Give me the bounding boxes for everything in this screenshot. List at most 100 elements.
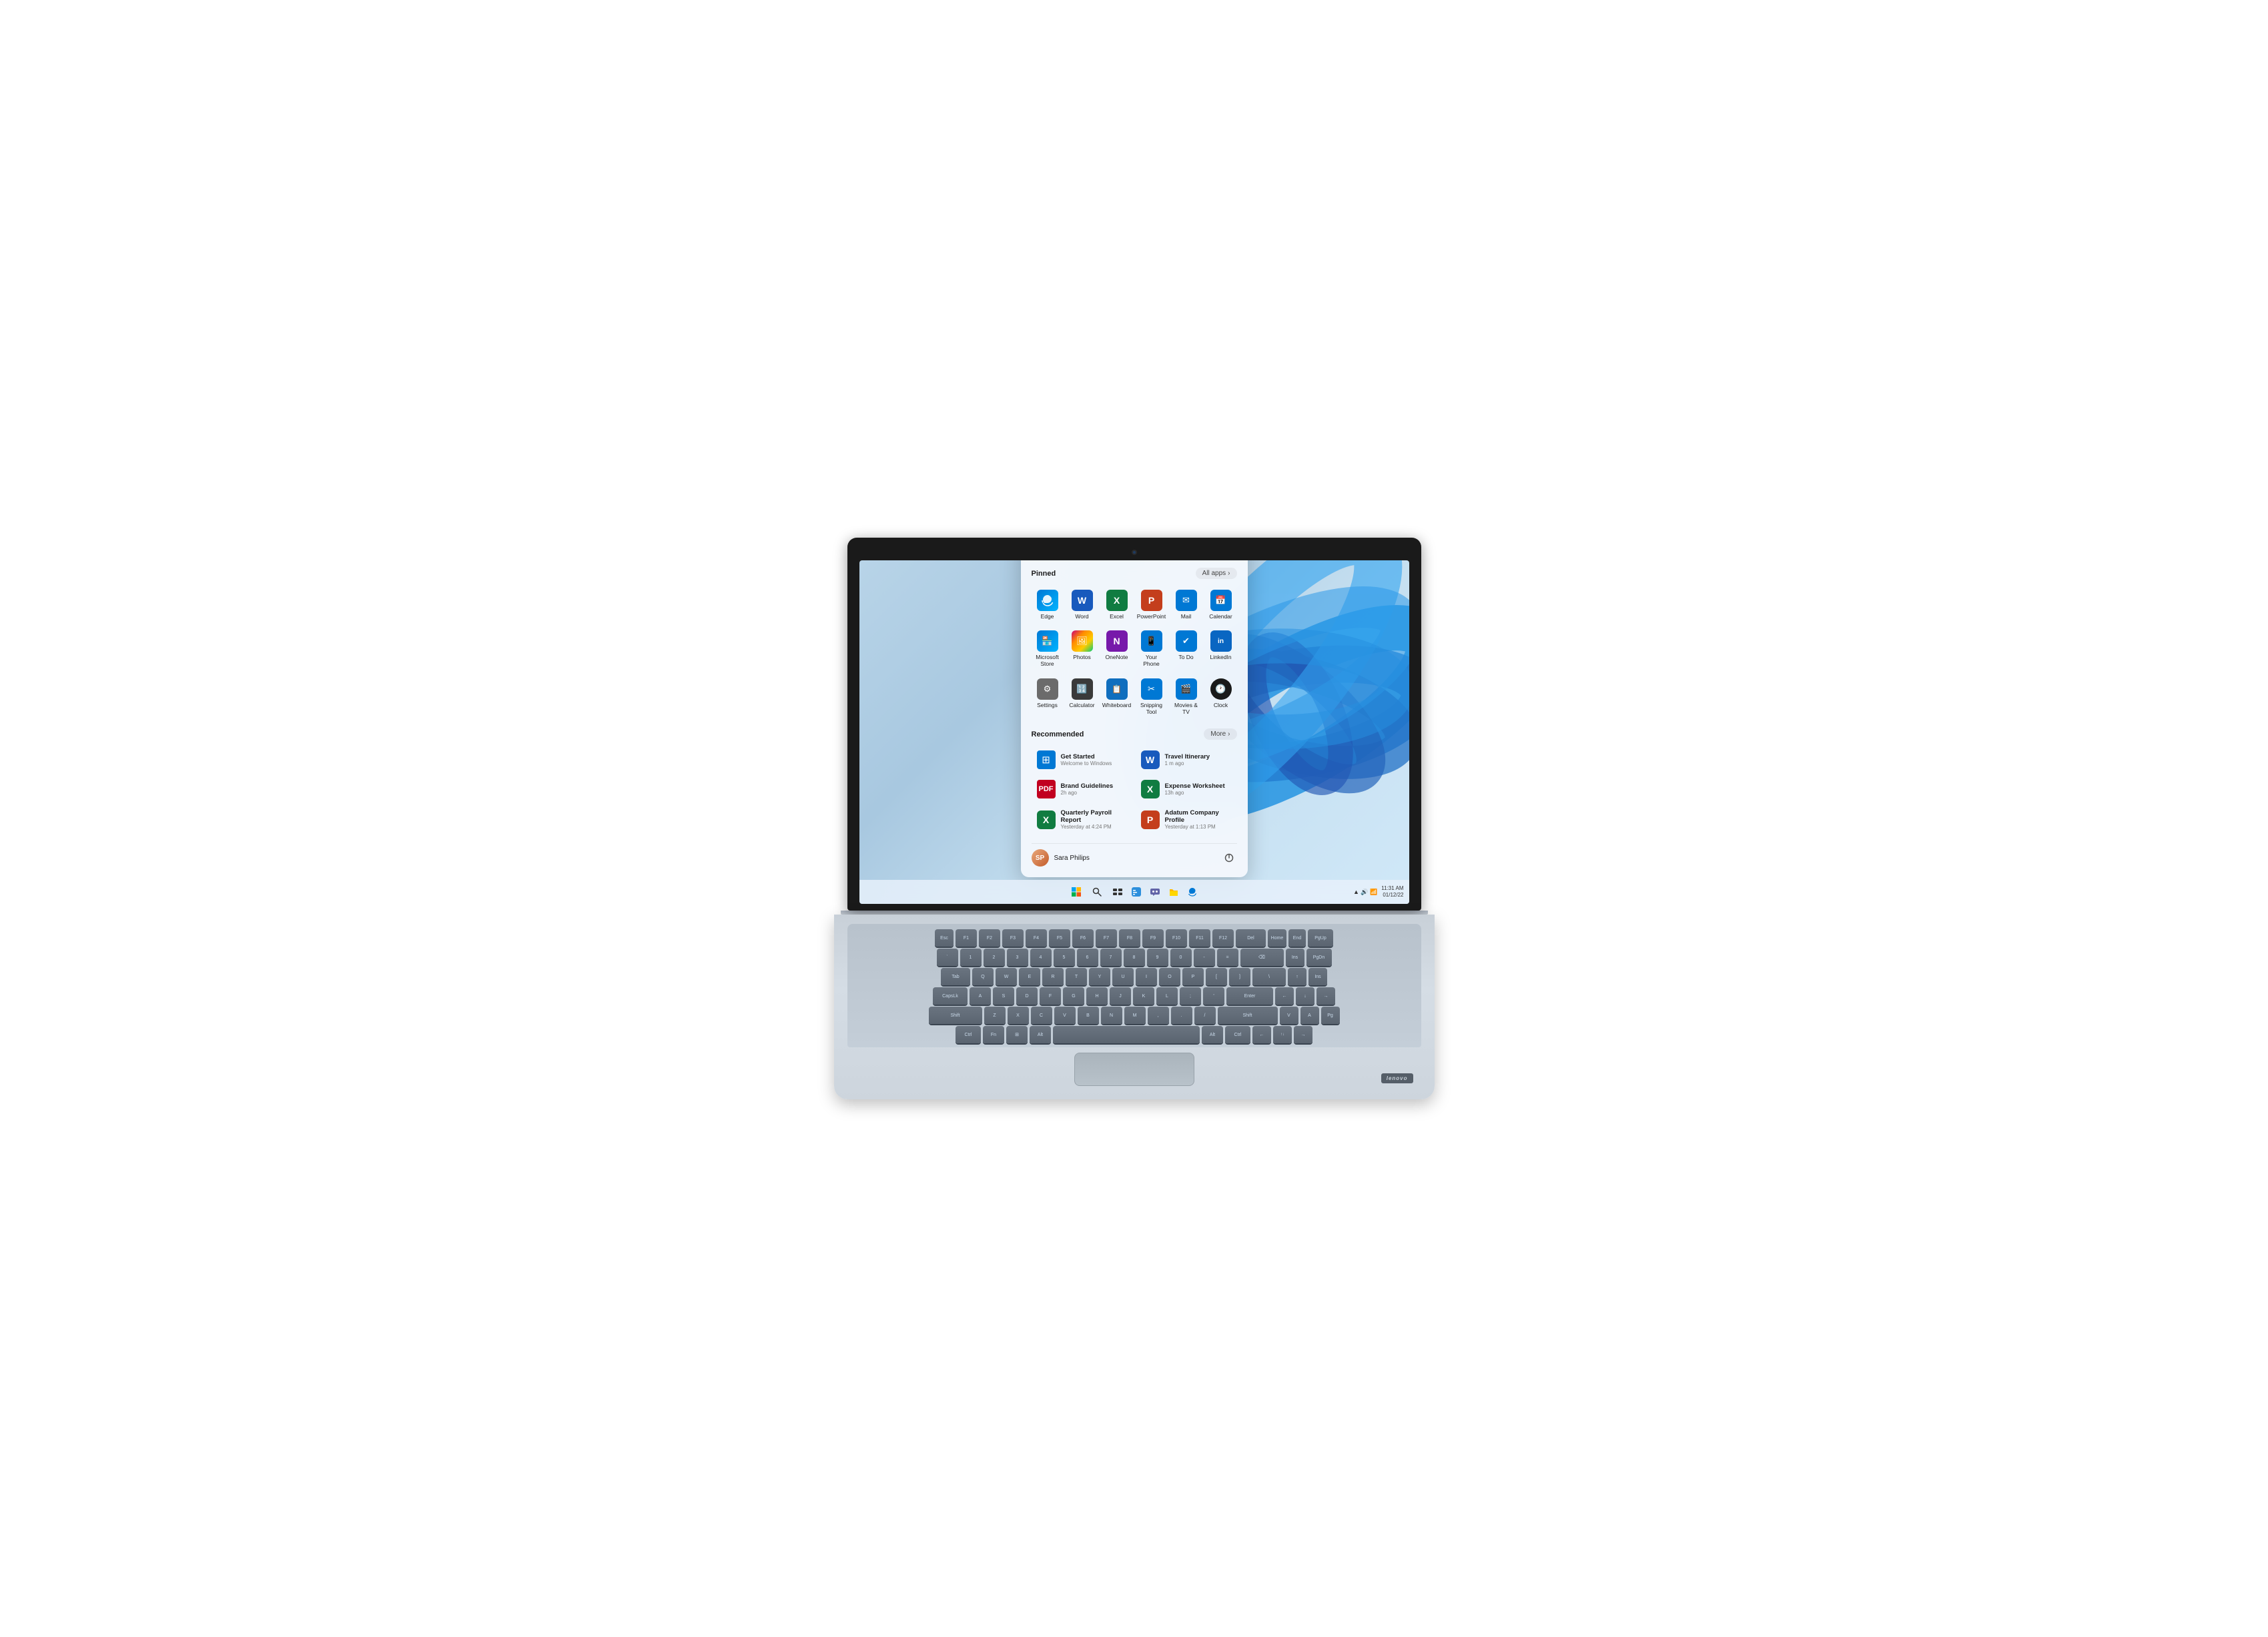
key-u[interactable]: U xyxy=(1112,968,1134,985)
key-q[interactable]: Q xyxy=(972,968,994,985)
key-r[interactable]: R xyxy=(1042,968,1064,985)
key-v[interactable]: V xyxy=(1054,1007,1076,1024)
taskbar-chat[interactable] xyxy=(1148,885,1162,899)
taskbar-datetime[interactable]: 11:31 AM 01/12/22 xyxy=(1381,885,1403,899)
key-2[interactable]: 2 xyxy=(984,949,1005,966)
taskbar-windows-button[interactable] xyxy=(1069,885,1084,899)
key-win[interactable]: ⊞ xyxy=(1006,1026,1028,1043)
key-up[interactable]: ↑ xyxy=(1288,968,1306,985)
key-ctrl-r[interactable]: Ctrl xyxy=(1225,1026,1250,1043)
key-n[interactable]: N xyxy=(1101,1007,1122,1024)
key-g[interactable]: G xyxy=(1063,987,1084,1005)
app-todo[interactable]: ✔ To Do xyxy=(1170,626,1202,671)
key-8[interactable]: 8 xyxy=(1124,949,1145,966)
key-s[interactable]: S xyxy=(993,987,1014,1005)
key-comma[interactable]: , xyxy=(1148,1007,1169,1024)
key-6[interactable]: 6 xyxy=(1077,949,1098,966)
more-button[interactable]: More › xyxy=(1204,728,1236,740)
key-f7[interactable]: F7 xyxy=(1096,929,1117,947)
key-capslock[interactable]: CapsLk xyxy=(933,987,968,1005)
app-clock[interactable]: 🕐 Clock xyxy=(1205,674,1237,719)
app-whiteboard[interactable]: 📋 Whiteboard xyxy=(1101,674,1133,719)
key-m[interactable]: M xyxy=(1124,1007,1146,1024)
key-0[interactable]: 0 xyxy=(1170,949,1192,966)
key-lshift[interactable]: Shift xyxy=(929,1007,982,1024)
rec-expense[interactable]: X Expense Worksheet 13h ago xyxy=(1136,776,1237,802)
key-l[interactable]: L xyxy=(1156,987,1178,1005)
key-d[interactable]: D xyxy=(1016,987,1038,1005)
app-settings[interactable]: ⚙ Settings xyxy=(1032,674,1064,719)
app-word[interactable]: W Word xyxy=(1066,586,1098,624)
key-rshift[interactable]: Shift xyxy=(1218,1007,1278,1024)
key-7[interactable]: 7 xyxy=(1100,949,1122,966)
key-o[interactable]: O xyxy=(1159,968,1180,985)
key-del[interactable]: Del xyxy=(1236,929,1266,947)
key-f1[interactable]: F1 xyxy=(956,929,977,947)
key-left[interactable]: ← xyxy=(1275,987,1294,1005)
key-f4[interactable]: F4 xyxy=(1026,929,1047,947)
key-w[interactable]: W xyxy=(996,968,1017,985)
key-esc[interactable]: Esc xyxy=(935,929,954,947)
key-home[interactable]: Home xyxy=(1268,929,1286,947)
key-arrow-r[interactable]: → xyxy=(1294,1026,1312,1043)
key-slash[interactable]: / xyxy=(1194,1007,1216,1024)
key-y[interactable]: Y xyxy=(1089,968,1110,985)
key-5[interactable]: 5 xyxy=(1054,949,1075,966)
key-semicolon[interactable]: ; xyxy=(1180,987,1201,1005)
key-apostrophe[interactable]: ' xyxy=(1203,987,1224,1005)
key-backslash[interactable]: \ xyxy=(1252,968,1286,985)
key-f[interactable]: F xyxy=(1040,987,1061,1005)
taskbar-edge[interactable] xyxy=(1185,885,1200,899)
app-edge[interactable]: Edge xyxy=(1032,586,1064,624)
taskbar-widgets[interactable] xyxy=(1129,885,1144,899)
key-rbracket[interactable]: ] xyxy=(1229,968,1250,985)
key-4[interactable]: 4 xyxy=(1030,949,1052,966)
key-equals[interactable]: = xyxy=(1217,949,1238,966)
app-excel[interactable]: X Excel xyxy=(1101,586,1133,624)
key-f12[interactable]: F12 xyxy=(1212,929,1234,947)
key-backspace[interactable]: ⌫ xyxy=(1240,949,1284,966)
key-pgup[interactable]: PgUp xyxy=(1308,929,1333,947)
key-b[interactable]: B xyxy=(1078,1007,1099,1024)
app-snipping[interactable]: ✂ Snipping Tool xyxy=(1136,674,1168,719)
app-linkedin[interactable]: in LinkedIn xyxy=(1205,626,1237,671)
key-t[interactable]: T xyxy=(1066,968,1087,985)
key-f11[interactable]: F11 xyxy=(1189,929,1210,947)
key-arrow-l[interactable]: ← xyxy=(1252,1026,1271,1043)
key-z[interactable]: Z xyxy=(984,1007,1006,1024)
key-k[interactable]: K xyxy=(1133,987,1154,1005)
key-pg[interactable]: Pg xyxy=(1321,1007,1340,1024)
key-arrow-ud[interactable]: ↑↓ xyxy=(1273,1026,1292,1043)
key-f5[interactable]: F5 xyxy=(1049,929,1070,947)
key-tab[interactable]: Tab xyxy=(941,968,970,985)
user-profile[interactable]: SP Sara Philips xyxy=(1032,849,1090,867)
key-i[interactable]: I xyxy=(1136,968,1157,985)
key-a[interactable]: A xyxy=(970,987,991,1005)
key-f6[interactable]: F6 xyxy=(1072,929,1094,947)
key-ins[interactable]: Ins xyxy=(1286,949,1304,966)
key-period[interactable]: . xyxy=(1171,1007,1192,1024)
key-minus[interactable]: - xyxy=(1194,949,1215,966)
key-v2[interactable]: V xyxy=(1280,1007,1298,1024)
key-c[interactable]: C xyxy=(1031,1007,1052,1024)
key-a2[interactable]: A xyxy=(1300,1007,1319,1024)
key-h[interactable]: H xyxy=(1086,987,1108,1005)
key-pgdn[interactable]: PgDn xyxy=(1306,949,1332,966)
key-x[interactable]: X xyxy=(1008,1007,1029,1024)
key-space[interactable] xyxy=(1053,1026,1200,1043)
key-end[interactable]: End xyxy=(1288,929,1306,947)
app-calendar[interactable]: 📅 Calendar xyxy=(1205,586,1237,624)
rec-get-started[interactable]: ⊞ Get Started Welcome to Windows xyxy=(1032,746,1133,773)
key-f3[interactable]: F3 xyxy=(1002,929,1024,947)
key-e[interactable]: E xyxy=(1019,968,1040,985)
taskbar-search[interactable] xyxy=(1088,885,1106,899)
app-store[interactable]: 🏪 Microsoft Store xyxy=(1032,626,1064,671)
rec-payroll[interactable]: X Quarterly Payroll Report Yesterday at … xyxy=(1032,805,1133,834)
key-alt-l[interactable]: Alt xyxy=(1030,1026,1051,1043)
key-3[interactable]: 3 xyxy=(1007,949,1028,966)
rec-travel[interactable]: W Travel Itinerary 1 m ago xyxy=(1136,746,1237,773)
key-backtick[interactable]: ` xyxy=(937,949,958,966)
app-calculator[interactable]: 🔢 Calculator xyxy=(1066,674,1098,719)
key-ctrl-l[interactable]: Ctrl xyxy=(956,1026,981,1043)
key-1[interactable]: 1 xyxy=(960,949,982,966)
